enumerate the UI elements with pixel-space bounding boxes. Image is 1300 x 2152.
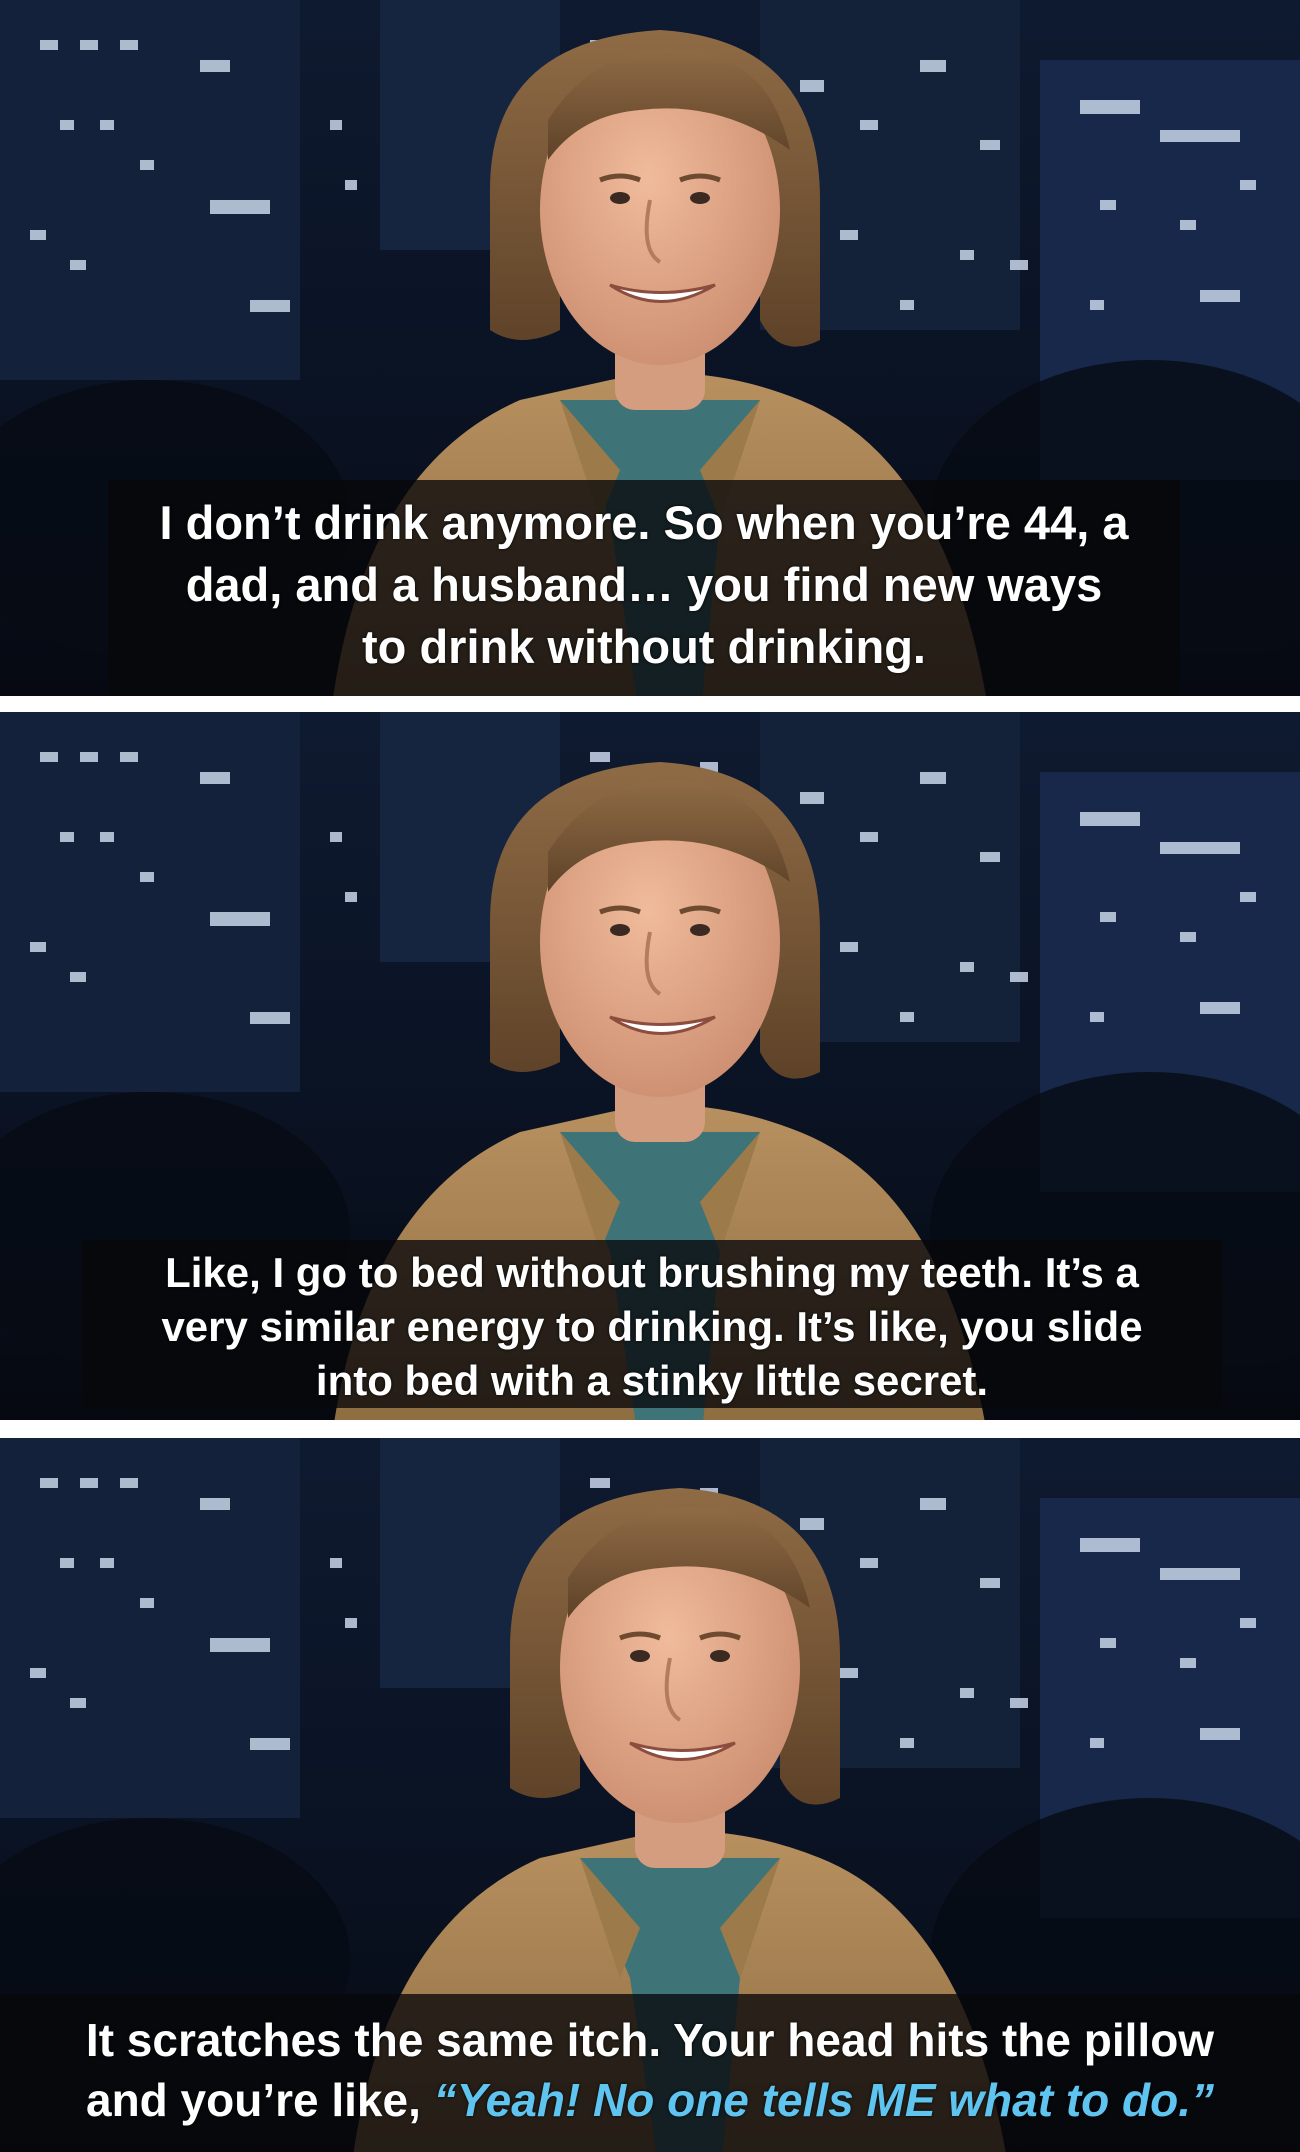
panel-3: It scratches the same itch. Your head hi… [0,1438,1300,2152]
panel-1-caption-line-2: dad, and a husband… you find new ways [185,558,1103,611]
panel-2-caption-line-1: Like, I go to bed without brushing my te… [165,1249,1139,1296]
panel-3-caption-line-2: and you’re like, “Yeah! No one tells ME … [0,2070,1300,2130]
panel-1-caption: I don’t drink anymore. So when you’re 44… [108,480,1180,696]
panel-1-caption-line-3: to drink without drinking. [362,620,926,673]
panel-1: I don’t drink anymore. So when you’re 44… [0,0,1300,696]
panel-3-caption: It scratches the same itch. Your head hi… [0,1994,1300,2152]
panel-1-caption-line-1: I don’t drink anymore. So when you’re 44… [159,496,1129,549]
meme-strip: I don’t drink anymore. So when you’re 44… [0,0,1300,2152]
panel-2-caption: Like, I go to bed without brushing my te… [82,1240,1222,1408]
panel-2: Like, I go to bed without brushing my te… [0,712,1300,1420]
panel-3-caption-line-1: It scratches the same itch. Your head hi… [85,2014,1215,2066]
panel-3-caption-quote: “Yeah! No one tells ME what to do.” [433,2074,1215,2126]
panel-2-caption-line-2: very similar energy to drinking. It’s li… [161,1303,1143,1350]
panel-2-caption-line-3: into bed with a stinky little secret. [315,1357,989,1404]
panel-3-caption-plain: and you’re like, [85,2074,434,2126]
